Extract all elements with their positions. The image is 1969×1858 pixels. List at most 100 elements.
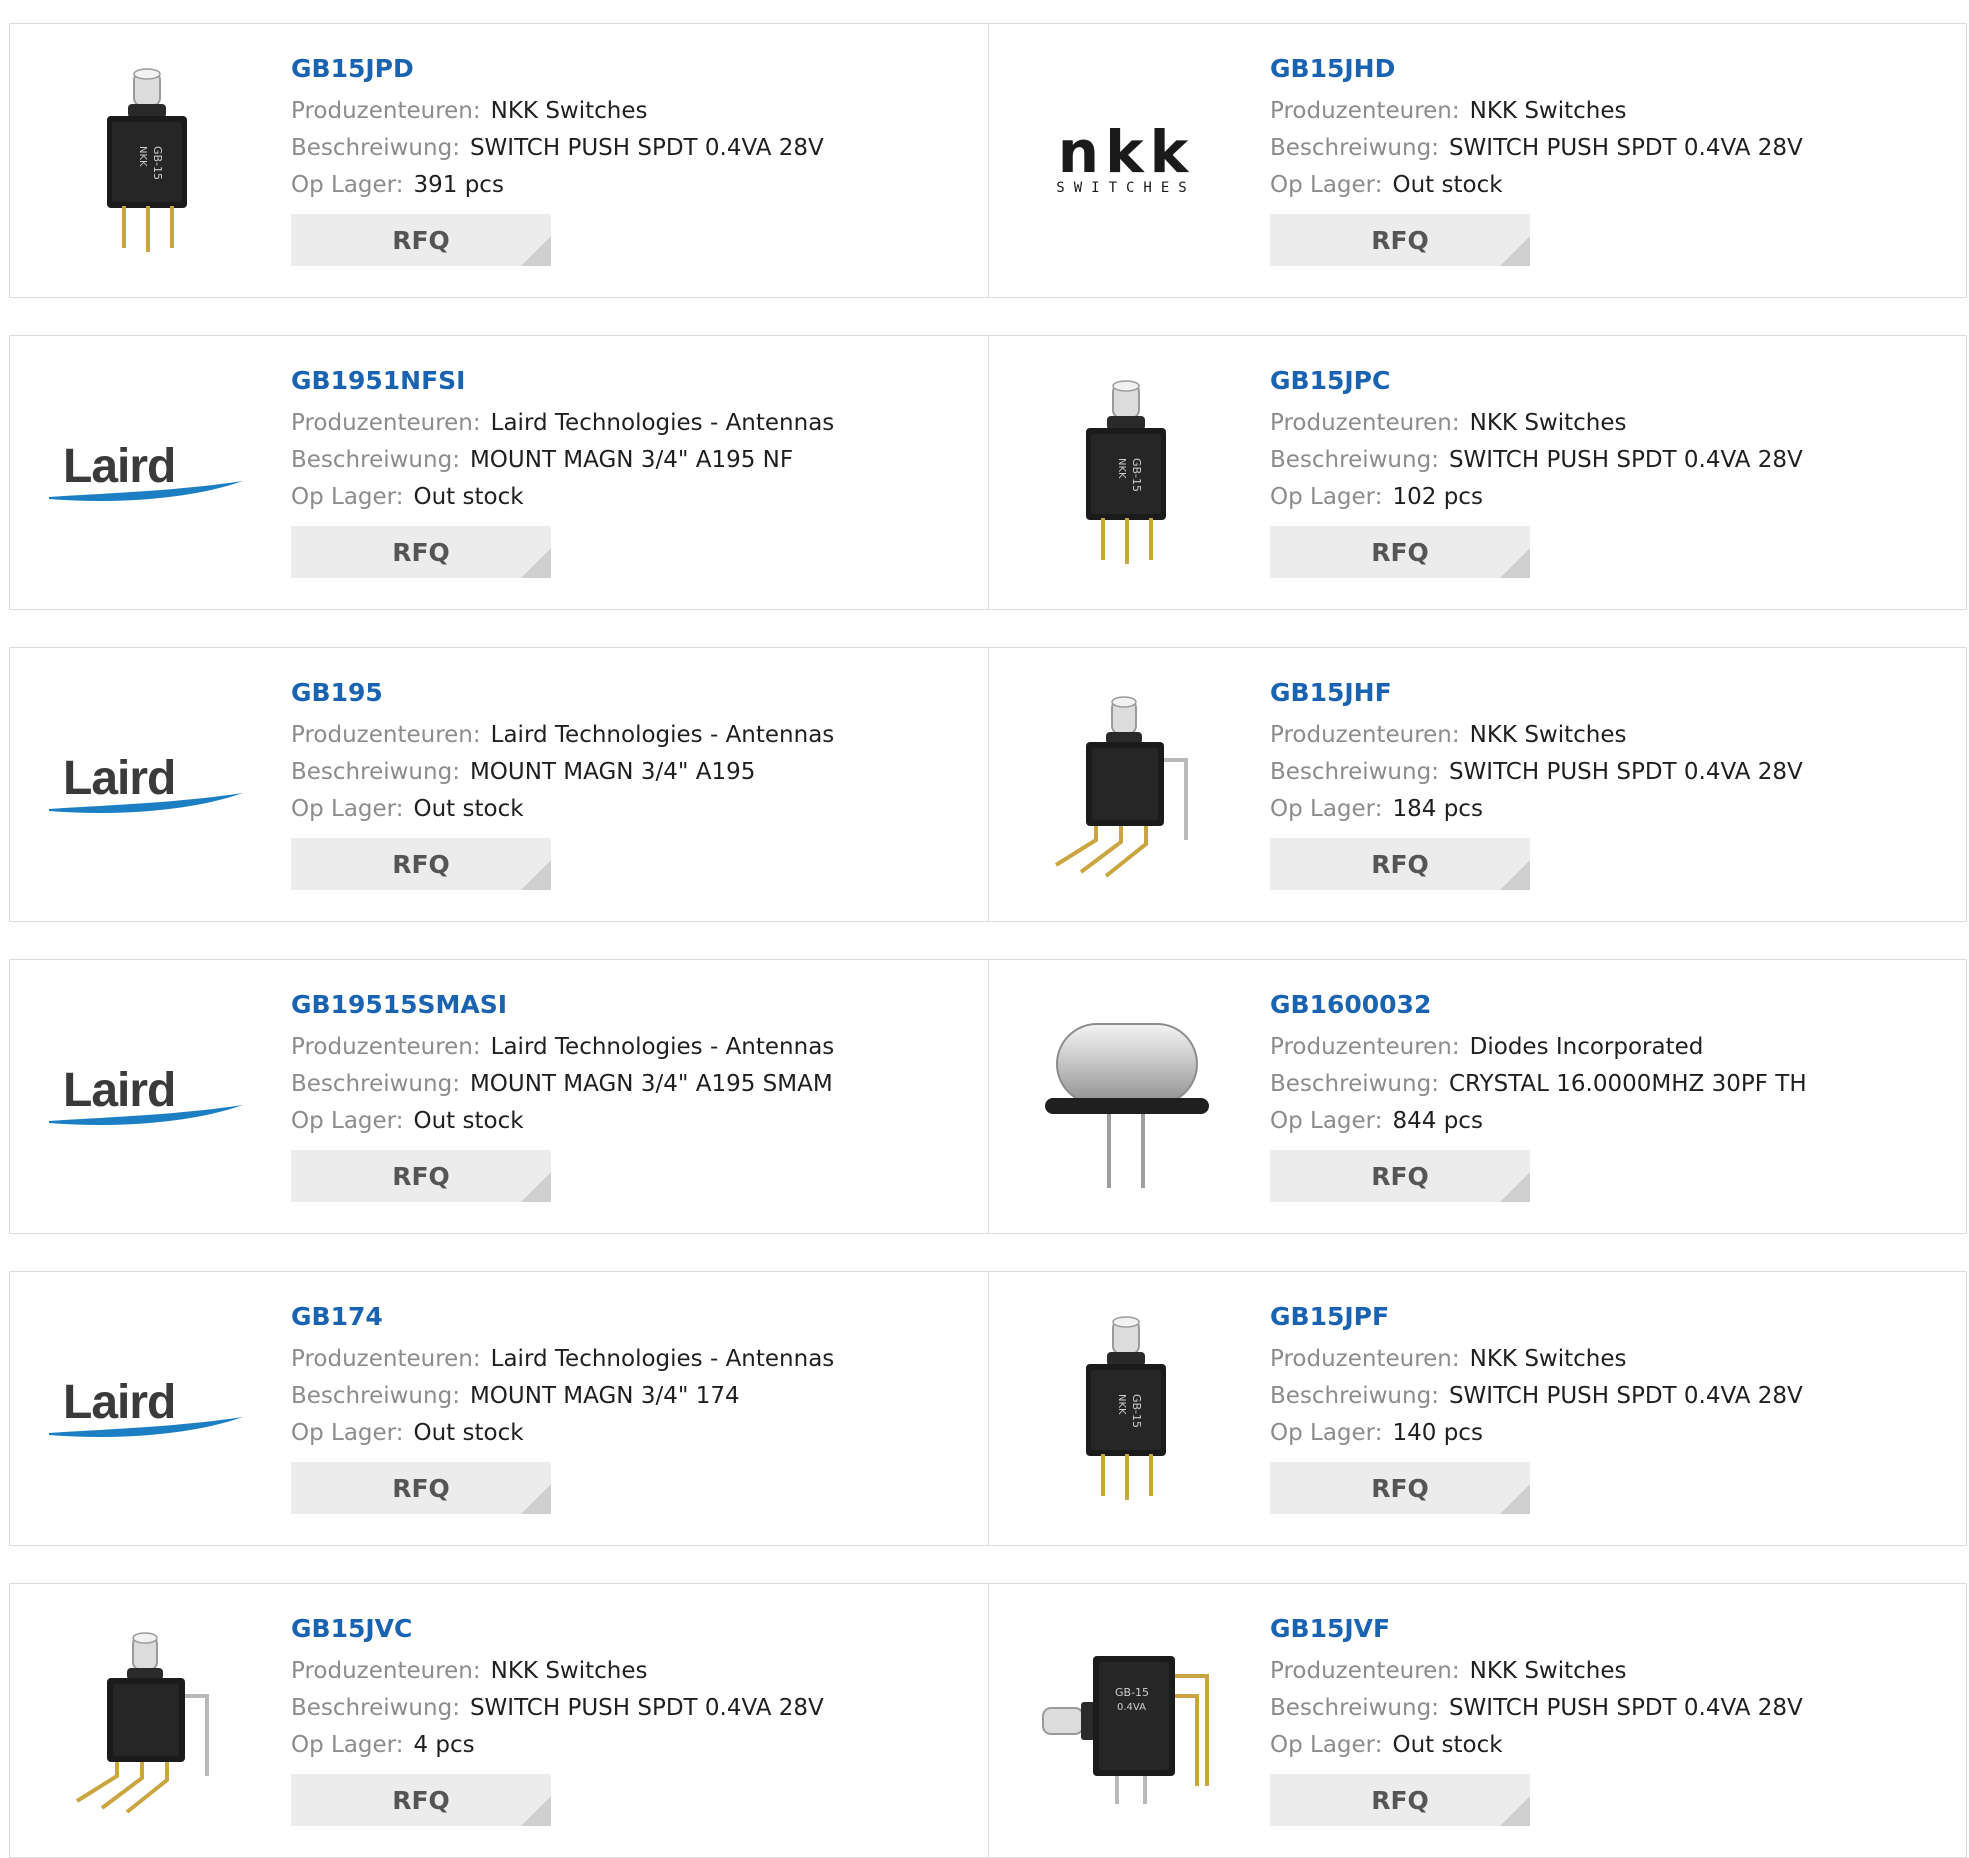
stock-value: Out stock — [413, 1420, 524, 1446]
rfq-button[interactable]: RFQ — [291, 1150, 551, 1202]
description-value: SWITCH PUSH SPDT 0.4VA 28V — [1448, 759, 1803, 785]
part-number-link[interactable]: GB15JPF — [1270, 1299, 1803, 1335]
horizontal-switch-icon[interactable]: GB-15 0.4VA — [1026, 1621, 1226, 1821]
manufacturer-row: Produzenteuren: NKK Switches — [291, 93, 824, 130]
product-card: Laird GB19515SMASI Produzenteuren: Laird … — [10, 960, 988, 1233]
manufacturer-row: Produzenteuren: NKK Switches — [1270, 93, 1803, 130]
product-row: Laird GB195 Produzenteuren: Laird Technol… — [9, 647, 1967, 922]
stock-row: Op Lager: 4 pcs — [291, 1727, 824, 1764]
part-number-link[interactable]: GB15JHF — [1270, 675, 1803, 711]
rfq-button[interactable]: RFQ — [291, 526, 551, 578]
manufacturer-row: Produzenteuren: NKK Switches — [1270, 405, 1803, 442]
crystal-oscillator-icon[interactable] — [1026, 997, 1226, 1197]
stock-row: Op Lager: 391 pcs — [291, 167, 824, 204]
manufacturer-label: Produzenteuren: — [1270, 1658, 1460, 1684]
description-label: Beschreiwung: — [1270, 447, 1439, 473]
manufacturer-label: Produzenteuren: — [1270, 98, 1460, 124]
product-info: GB15JPC Produzenteuren: NKK Switches Besc… — [1270, 363, 1803, 578]
part-number-link[interactable]: GB1951NFSI — [291, 363, 834, 399]
manufacturer-row: Produzenteuren: NKK Switches — [1270, 717, 1803, 754]
manufacturer-label: Produzenteuren: — [291, 722, 481, 748]
pushbutton-switch-icon[interactable]: GB-15 NKK — [47, 61, 247, 261]
stock-row: Op Lager: Out stock — [1270, 1727, 1803, 1764]
stock-row: Op Lager: Out stock — [1270, 167, 1803, 204]
rfq-button[interactable]: RFQ — [1270, 1774, 1530, 1826]
manufacturer-value: Laird Technologies - Antennas — [490, 410, 835, 436]
laird-logo[interactable]: Laird — [47, 997, 247, 1197]
nkk-logo[interactable]: nkk SWITCHES — [1026, 61, 1226, 261]
stock-label: Op Lager: — [291, 484, 404, 510]
laird-logo[interactable]: Laird — [47, 685, 247, 885]
description-value: SWITCH PUSH SPDT 0.4VA 28V — [469, 1695, 824, 1721]
stock-label: Op Lager: — [1270, 1108, 1383, 1134]
description-value: SWITCH PUSH SPDT 0.4VA 28V — [469, 135, 824, 161]
description-label: Beschreiwung: — [291, 1071, 460, 1097]
manufacturer-value: NKK Switches — [1469, 410, 1627, 436]
part-number-link[interactable]: GB15JVC — [291, 1611, 824, 1647]
product-card: GB-15 NKK GB15JPF Produzenteuren: NKK Swit… — [988, 1272, 1966, 1545]
description-label: Beschreiwung: — [1270, 759, 1439, 785]
product-info: GB1951NFSI Produzenteuren: Laird Technolo… — [291, 363, 834, 578]
svg-text:GB-15: GB-15 — [151, 146, 164, 180]
manufacturer-value: NKK Switches — [1469, 722, 1627, 748]
product-row: GB15JVC Produzenteuren: NKK Switches Besc… — [9, 1583, 1967, 1858]
svg-text:NKK: NKK — [1116, 458, 1127, 479]
description-row: Beschreiwung: SWITCH PUSH SPDT 0.4VA 28V — [291, 130, 824, 167]
description-label: Beschreiwung: — [291, 1695, 460, 1721]
rfq-button[interactable]: RFQ — [291, 1774, 551, 1826]
manufacturer-value: NKK Switches — [490, 98, 648, 124]
product-card: GB-15 0.4VA GB15JVF Produzenteuren: NKK Sw… — [988, 1584, 1966, 1857]
part-number-link[interactable]: GB15JPC — [1270, 363, 1803, 399]
pushbutton-switch-icon[interactable]: GB-15 NKK — [1026, 373, 1226, 573]
description-row: Beschreiwung: MOUNT MAGN 3/4" A195 — [291, 754, 834, 791]
product-row: Laird GB19515SMASI Produzenteuren: Laird … — [9, 959, 1967, 1234]
part-number-link[interactable]: GB195 — [291, 675, 834, 711]
svg-text:GB-15: GB-15 — [1115, 1686, 1149, 1699]
description-value: SWITCH PUSH SPDT 0.4VA 28V — [1448, 1695, 1803, 1721]
right-angle-switch-icon[interactable] — [47, 1621, 247, 1821]
stock-value: Out stock — [1392, 1732, 1503, 1758]
product-card: Laird GB174 Produzenteuren: Laird Technol… — [10, 1272, 988, 1545]
product-row: GB-15 NKK GB15JPD Produzenteuren: NKK Swit… — [9, 23, 1967, 298]
stock-label: Op Lager: — [291, 1108, 404, 1134]
stock-label: Op Lager: — [1270, 172, 1383, 198]
product-card: GB-15 NKK GB15JPC Produzenteuren: NKK Swit… — [988, 336, 1966, 609]
manufacturer-value: Diodes Incorporated — [1469, 1034, 1704, 1060]
description-row: Beschreiwung: CRYSTAL 16.0000MHZ 30PF TH — [1270, 1066, 1807, 1103]
part-number-link[interactable]: GB19515SMASI — [291, 987, 834, 1023]
rfq-button[interactable]: RFQ — [291, 838, 551, 890]
stock-row: Op Lager: 184 pcs — [1270, 791, 1803, 828]
rfq-button[interactable]: RFQ — [1270, 214, 1530, 266]
product-card: Laird GB1951NFSI Produzenteuren: Laird Te… — [10, 336, 988, 609]
description-label: Beschreiwung: — [1270, 1383, 1439, 1409]
stock-row: Op Lager: Out stock — [291, 1415, 834, 1452]
laird-logo[interactable]: Laird — [47, 373, 247, 573]
rfq-button[interactable]: RFQ — [291, 1462, 551, 1514]
part-number-link[interactable]: GB15JPD — [291, 51, 824, 87]
manufacturer-label: Produzenteuren: — [1270, 1034, 1460, 1060]
rfq-button[interactable]: RFQ — [1270, 1150, 1530, 1202]
rfq-button[interactable]: RFQ — [1270, 1462, 1530, 1514]
part-number-link[interactable]: GB15JHD — [1270, 51, 1803, 87]
manufacturer-row: Produzenteuren: Laird Technologies - Ante… — [291, 717, 834, 754]
stock-row: Op Lager: 140 pcs — [1270, 1415, 1803, 1452]
stock-label: Op Lager: — [291, 1420, 404, 1446]
part-number-link[interactable]: GB174 — [291, 1299, 834, 1335]
description-row: Beschreiwung: MOUNT MAGN 3/4" 174 — [291, 1378, 834, 1415]
part-number-link[interactable]: GB15JVF — [1270, 1611, 1803, 1647]
manufacturer-label: Produzenteuren: — [1270, 722, 1460, 748]
part-number-link[interactable]: GB1600032 — [1270, 987, 1807, 1023]
product-info: GB15JHD Produzenteuren: NKK Switches Besc… — [1270, 51, 1803, 266]
description-value: MOUNT MAGN 3/4" 174 — [469, 1383, 740, 1409]
description-row: Beschreiwung: MOUNT MAGN 3/4" A195 NF — [291, 442, 834, 479]
description-label: Beschreiwung: — [1270, 135, 1439, 161]
rfq-button[interactable]: RFQ — [291, 214, 551, 266]
rfq-button[interactable]: RFQ — [1270, 838, 1530, 890]
laird-logo[interactable]: Laird — [47, 1309, 247, 1509]
pushbutton-switch-icon[interactable]: GB-15 NKK — [1026, 1309, 1226, 1509]
manufacturer-row: Produzenteuren: NKK Switches — [1270, 1341, 1803, 1378]
stock-label: Op Lager: — [291, 796, 404, 822]
right-angle-switch-icon[interactable] — [1026, 685, 1226, 885]
rfq-button[interactable]: RFQ — [1270, 526, 1530, 578]
product-row: Laird GB174 Produzenteuren: Laird Technol… — [9, 1271, 1967, 1546]
